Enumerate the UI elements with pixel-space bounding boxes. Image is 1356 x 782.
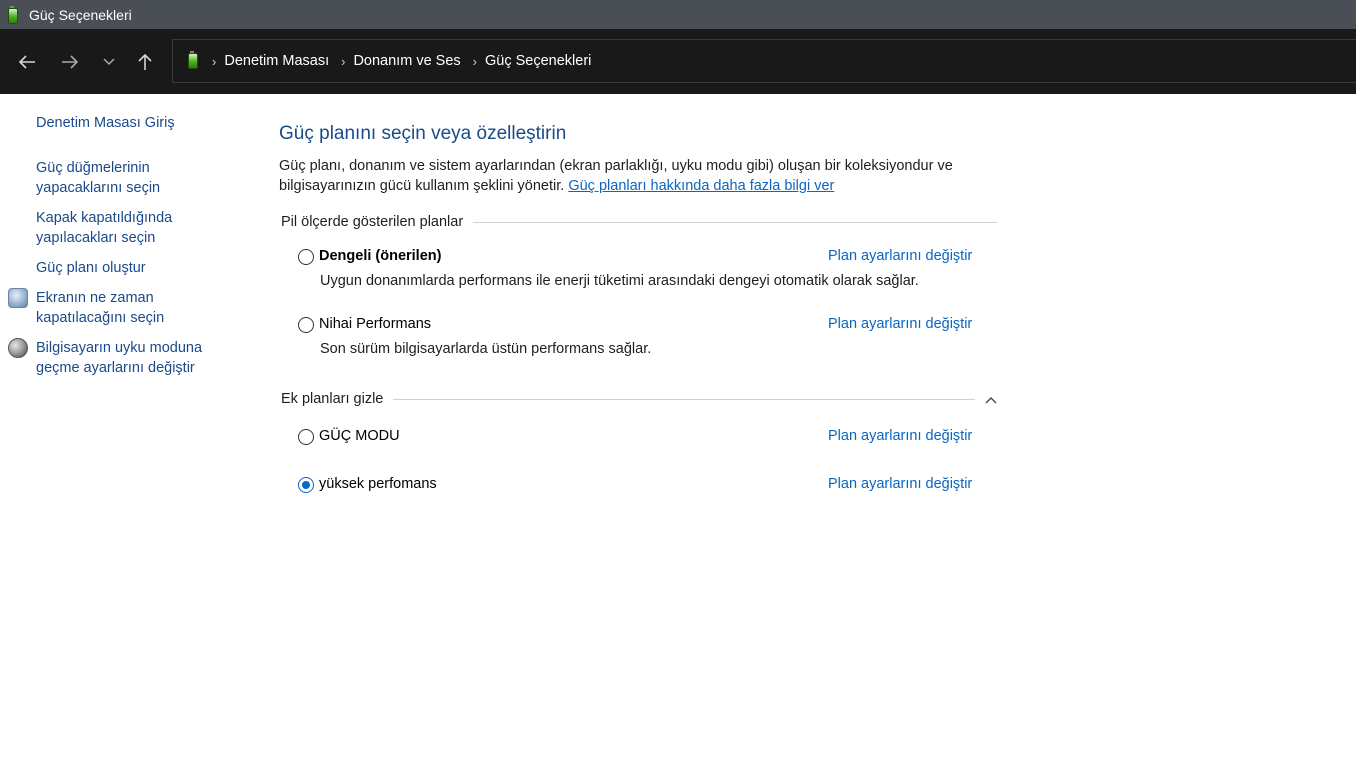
battery-icon <box>6 5 20 24</box>
sidebar-item-power-buttons[interactable]: Güç düğmelerinin yapacaklarını seçin <box>36 158 186 198</box>
recent-locations-button[interactable] <box>96 49 122 75</box>
sidebar-item-lid-close[interactable]: Kapak kapatıldığında yapılacakları seçin <box>36 208 206 248</box>
page-description: Güç planı, donanım ve sistem ayarlarında… <box>279 156 999 196</box>
group-header-battery-meter-plans: Pil ölçerde gösterilen planlar <box>281 214 997 230</box>
address-bar[interactable]: › Denetim Masası › Donanım ve Ses › Güç … <box>172 39 1356 83</box>
navigation-bar: › Denetim Masası › Donanım ve Ses › Güç … <box>0 29 1356 94</box>
breadcrumb-item[interactable]: Denetim Masası <box>224 53 329 69</box>
change-plan-settings-link[interactable]: Plan ayarlarını değiştir <box>828 476 972 492</box>
sidebar-item-sleep-settings[interactable]: Bilgisayarın uyku moduna geçme ayarların… <box>36 338 216 378</box>
up-button[interactable] <box>132 49 158 75</box>
battery-icon <box>186 51 200 71</box>
breadcrumb-separator-icon: › <box>472 53 477 69</box>
plan-radio-selected[interactable] <box>298 477 314 493</box>
chevron-down-icon <box>103 58 115 66</box>
plan-name: Dengeli (önerilen) <box>319 248 442 264</box>
breadcrumb-item[interactable]: Donanım ve Ses <box>353 53 460 69</box>
plan-radio[interactable] <box>298 429 314 445</box>
plan-description: Son sürüm bilgisayarlarda üstün performa… <box>320 341 652 357</box>
window-title: Güç Seçenekleri <box>29 6 132 23</box>
arrow-left-icon <box>18 55 35 69</box>
plan-name: Nihai Performans <box>319 316 432 332</box>
arrow-right-icon <box>62 55 79 69</box>
breadcrumb-separator-icon: › <box>212 53 217 69</box>
group-title: Ek planları gizle <box>281 391 384 407</box>
title-bar: Güç Seçenekleri <box>0 0 1356 29</box>
plan-name: GÜÇ MODU <box>319 428 400 444</box>
plan-description: Uygun donanımlarda performans ile enerji… <box>320 273 919 289</box>
chevron-up-icon[interactable] <box>984 393 998 407</box>
divider <box>393 398 975 400</box>
moon-icon <box>8 338 28 358</box>
sidebar-item-control-panel-home[interactable]: Denetim Masası Giriş <box>36 113 226 133</box>
plan-name: yüksek perfomans <box>319 476 437 492</box>
monitor-clock-icon <box>8 288 28 308</box>
sidebar-item-create-power-plan[interactable]: Güç planı oluştur <box>36 258 226 278</box>
breadcrumb-separator-icon: › <box>341 53 346 69</box>
back-button[interactable] <box>14 49 40 75</box>
change-plan-settings-link[interactable]: Plan ayarlarını değiştir <box>828 316 972 332</box>
divider <box>473 221 997 223</box>
plan-radio[interactable] <box>298 317 314 333</box>
learn-more-link[interactable]: Güç planları hakkında daha fazla bilgi v… <box>568 178 834 194</box>
change-plan-settings-link[interactable]: Plan ayarlarını değiştir <box>828 248 972 264</box>
change-plan-settings-link[interactable]: Plan ayarlarını değiştir <box>828 428 972 444</box>
forward-button[interactable] <box>57 49 83 75</box>
arrow-up-icon <box>138 53 152 70</box>
breadcrumb-item[interactable]: Güç Seçenekleri <box>485 53 591 69</box>
sidebar-item-display-off[interactable]: Ekranın ne zaman kapatılacağını seçin <box>36 288 186 328</box>
group-title: Pil ölçerde gösterilen planlar <box>281 214 464 230</box>
group-header-hide-additional-plans[interactable]: Ek planları gizle <box>281 391 975 407</box>
page-title: Güç planını seçin veya özelleştirin <box>279 123 567 144</box>
plan-radio[interactable] <box>298 249 314 265</box>
